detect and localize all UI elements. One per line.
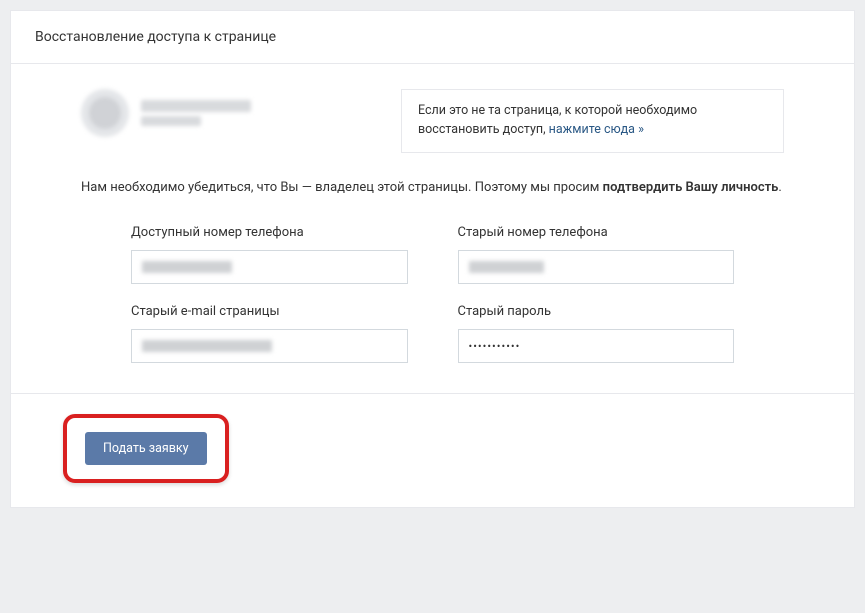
profile-info (81, 89, 361, 137)
old-phone-label: Старый номер телефона (458, 225, 735, 240)
page-title: Восстановление доступа к странице (35, 29, 830, 45)
profile-name-blurred (141, 100, 251, 112)
submit-highlight-box: Подать заявку (63, 414, 229, 483)
available-phone-label: Доступный номер телефона (131, 225, 408, 240)
instruction-before: Нам необходимо убедиться, что Вы — владе… (81, 180, 603, 195)
available-phone-input[interactable] (131, 250, 408, 284)
old-phone-group: Старый номер телефона (458, 225, 735, 284)
restore-access-panel: Восстановление доступа к странице Если э… (10, 10, 855, 508)
old-password-group: Старый пароль ••••••••••• (458, 304, 735, 363)
old-email-label: Старый e-mail страницы (131, 304, 408, 319)
instruction-text: Нам необходимо убедиться, что Вы — владе… (81, 178, 784, 198)
profile-meta-blurred (141, 116, 201, 126)
profile-row: Если это не та страница, к которой необх… (81, 89, 784, 153)
panel-body: Если это не та страница, к которой необх… (11, 64, 854, 393)
old-email-input[interactable] (131, 329, 408, 363)
form-grid: Доступный номер телефона Старый номер те… (81, 225, 784, 393)
old-password-input[interactable]: ••••••••••• (458, 329, 735, 363)
profile-text (141, 100, 251, 126)
panel-header: Восстановление доступа к странице (11, 11, 854, 64)
old-phone-input[interactable] (458, 250, 735, 284)
click-here-link[interactable]: нажмите сюда » (549, 122, 644, 137)
available-phone-value-blurred (142, 261, 232, 273)
old-email-value-blurred (142, 340, 272, 352)
instruction-bold: подтвердить Вашу личность (603, 180, 779, 195)
old-password-label: Старый пароль (458, 304, 735, 319)
wrong-page-notice: Если это не та страница, к которой необх… (401, 89, 784, 153)
submit-button[interactable]: Подать заявку (85, 432, 207, 465)
old-email-group: Старый e-mail страницы (131, 304, 408, 363)
panel-footer: Подать заявку (11, 393, 854, 507)
avatar (81, 89, 129, 137)
old-phone-value-blurred (469, 261, 544, 273)
old-password-value: ••••••••••• (469, 340, 521, 353)
available-phone-group: Доступный номер телефона (131, 225, 408, 284)
instruction-after: . (778, 180, 781, 195)
